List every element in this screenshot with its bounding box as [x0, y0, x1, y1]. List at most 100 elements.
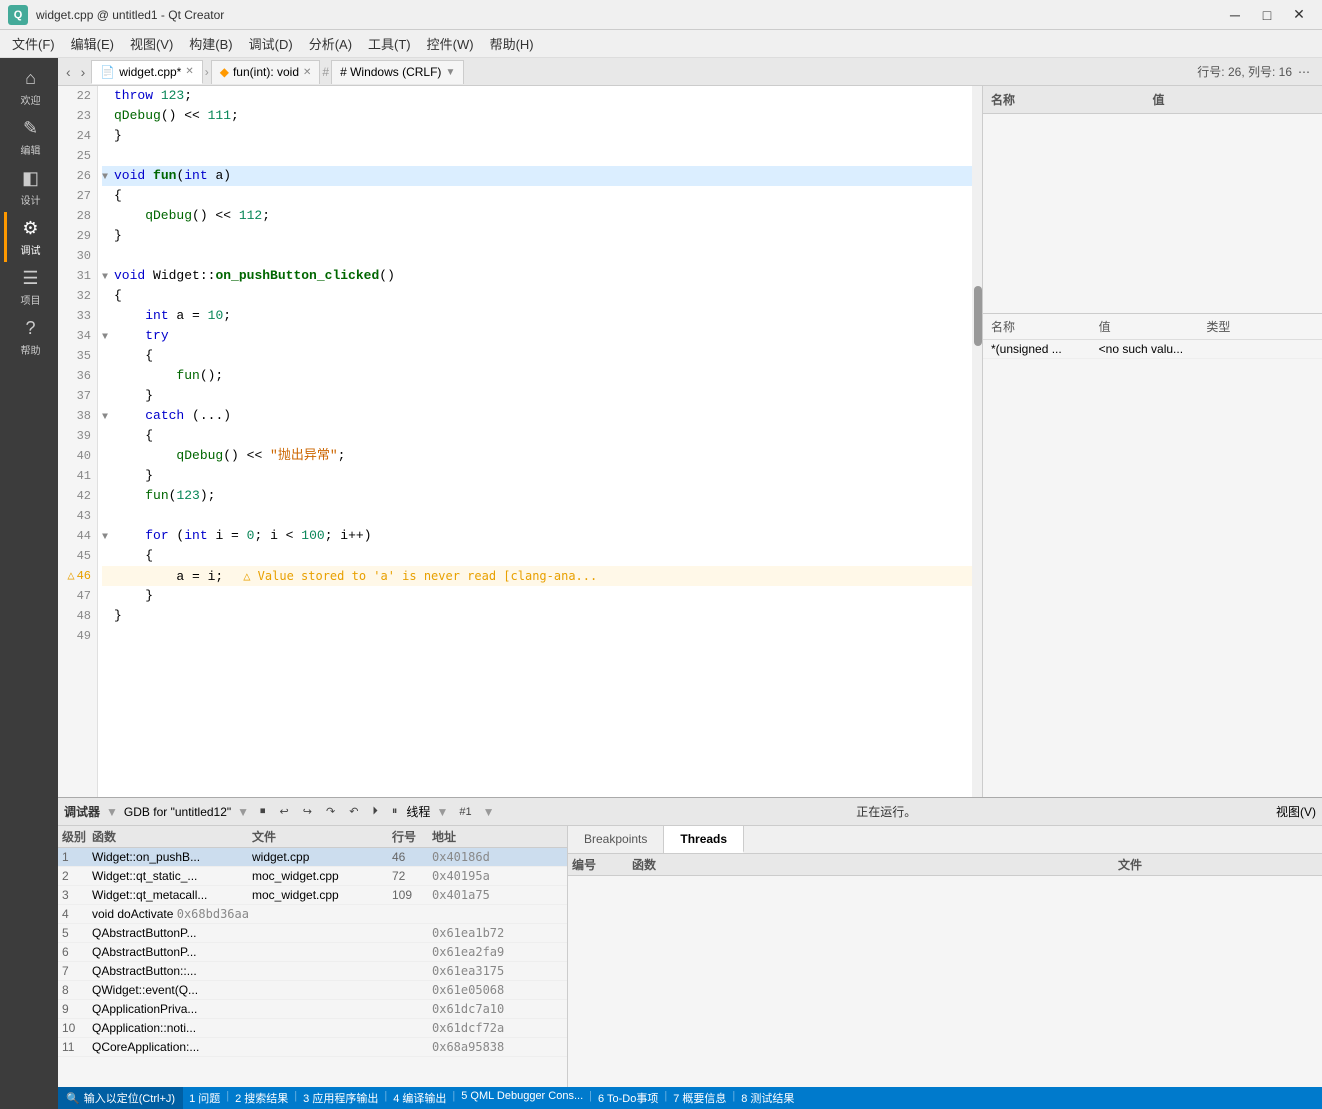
- debug-btn-7[interactable]: ⏸: [387, 803, 403, 820]
- locals-row-value: <no such valu...: [1099, 342, 1207, 356]
- fold-34[interactable]: ▼: [102, 328, 114, 348]
- sidebar-item-design[interactable]: ◧设计: [4, 162, 54, 212]
- debug-view-btn[interactable]: 视图(V): [1276, 803, 1316, 820]
- content-area: ‹ › 📄 widget.cpp* ✕ › ◆ fun(int): void ✕…: [58, 58, 1322, 1109]
- code-editor[interactable]: 2223242526272829303132333435363738394041…: [58, 86, 982, 797]
- cs-addr-4: 0x68bd36aa: [177, 907, 249, 921]
- tab-info-more[interactable]: ⋯: [1298, 65, 1310, 79]
- warn-icon-46: △: [67, 569, 74, 583]
- tab-encoding[interactable]: # Windows (CRLF) ▼: [331, 60, 464, 84]
- debug-btn-2[interactable]: ↩: [275, 803, 294, 820]
- line-number-46: △46: [58, 566, 97, 586]
- sidebar-item-project[interactable]: ☰项目: [4, 262, 54, 312]
- code-lines[interactable]: throw 123; qDebug() << 111; } ▼void fun(…: [98, 86, 972, 797]
- call-stack-row-6[interactable]: 6 QAbstractButtonP... 0x61ea2fa9: [58, 943, 567, 962]
- line-number-42: 42: [58, 486, 97, 506]
- call-stack-row-7[interactable]: 7 QAbstractButton::... 0x61ea3175: [58, 962, 567, 981]
- cs-func-11: QCoreApplication:...: [92, 1040, 252, 1054]
- code-line-23: qDebug() << 111;: [102, 106, 972, 126]
- menu-item-b[interactable]: 构建(B): [181, 30, 240, 57]
- threads-tab[interactable]: Threads: [664, 826, 744, 853]
- call-stack-row-2[interactable]: 2 Widget::qt_static_... moc_widget.cpp 7…: [58, 867, 567, 886]
- debug-btn-1[interactable]: ⏹: [255, 803, 271, 820]
- cs-lineno-2: 72: [392, 869, 432, 883]
- debug-btn-4[interactable]: ↷: [321, 803, 340, 820]
- statusbar-item-4[interactable]: 5 QML Debugger Cons...: [455, 1090, 589, 1106]
- thread-num[interactable]: #1: [454, 804, 476, 820]
- right-panel: 名称 值 名称 值 类型 *(unsigned ... <no such val…: [982, 86, 1322, 797]
- cs-addr-2: 0x40195a: [432, 869, 563, 883]
- menu-item-f[interactable]: 文件(F): [4, 30, 63, 57]
- line-number-31: 31: [58, 266, 97, 286]
- line-number-32: 32: [58, 286, 97, 306]
- code-line-37: }: [102, 386, 972, 406]
- debug-btn-3[interactable]: ↪: [298, 803, 317, 820]
- statusbar-item-2[interactable]: 3 应用程序输出: [297, 1090, 384, 1106]
- menu-item-a[interactable]: 分析(A): [301, 30, 360, 57]
- tab-widget-cpp-icon: 📄: [100, 65, 115, 79]
- statusbar-item-3[interactable]: 4 编译输出: [387, 1090, 452, 1106]
- call-stack-row-3[interactable]: 3 Widget::qt_metacall... moc_widget.cpp …: [58, 886, 567, 905]
- line-number-27: 27: [58, 186, 97, 206]
- token-fn2: qDebug: [114, 108, 161, 123]
- call-stack-row-9[interactable]: 9 QApplicationPriva... 0x61dc7a10: [58, 1000, 567, 1019]
- fold-44[interactable]: ▼: [102, 528, 114, 548]
- tab-encoding-dropdown[interactable]: ▼: [445, 67, 455, 78]
- statusbar-item-0[interactable]: 1 问题: [183, 1090, 226, 1106]
- fold-31[interactable]: ▼: [102, 268, 114, 288]
- fold-38[interactable]: ▼: [102, 408, 114, 428]
- line-number-49: 49: [58, 626, 97, 646]
- call-stack-row-5[interactable]: 5 QAbstractButtonP... 0x61ea1b72: [58, 924, 567, 943]
- tab-back-button[interactable]: ‹: [62, 62, 75, 82]
- fold-26[interactable]: ▼: [102, 168, 114, 188]
- statusbar-item-5[interactable]: 6 To-Do事项: [592, 1090, 664, 1106]
- statusbar-item-6[interactable]: 7 概要信息: [667, 1090, 732, 1106]
- menu-item-e[interactable]: 编辑(E): [63, 30, 122, 57]
- search-area: 🔍 输入以定位(Ctrl+J): [58, 1087, 183, 1109]
- close-button[interactable]: ✕: [1284, 4, 1314, 26]
- call-stack-row-8[interactable]: 8 QWidget::event(Q... 0x61e05068: [58, 981, 567, 1000]
- call-stack-row-1[interactable]: 1 Widget::on_pushB... widget.cpp 46 0x40…: [58, 848, 567, 867]
- tab-widget-cpp-close[interactable]: ✕: [185, 66, 193, 77]
- statusbar-item-7[interactable]: 8 测试结果: [735, 1090, 800, 1106]
- sidebar-item-edit[interactable]: ✎编辑: [4, 112, 54, 162]
- editor-scrollbar[interactable]: [972, 86, 982, 797]
- tab-fun-int[interactable]: ◆ fun(int): void ✕: [211, 60, 321, 84]
- project-icon: ☰: [22, 268, 38, 289]
- menu-item-h[interactable]: 帮助(H): [482, 30, 542, 57]
- cs-lineno-1: 46: [392, 850, 432, 864]
- code-line-39: {: [102, 426, 972, 446]
- editor-scroll-thumb[interactable]: [974, 286, 982, 346]
- call-stack-row-4[interactable]: 4 void doActivate 0x68bd36aa: [58, 905, 567, 924]
- token-kw: int: [184, 528, 207, 543]
- sidebar-item-welcome[interactable]: ⌂欢迎: [4, 62, 54, 112]
- cs-level-7: 7: [62, 964, 92, 978]
- minimize-button[interactable]: ─: [1220, 4, 1250, 26]
- cs-func-1: Widget::on_pushB...: [92, 850, 252, 864]
- tab-fun-int-close[interactable]: ✕: [303, 67, 311, 78]
- tab-forward-button[interactable]: ›: [77, 62, 90, 82]
- menu-item-v[interactable]: 视图(V): [122, 30, 181, 57]
- code-line-31: ▼void Widget::on_pushButton_clicked(): [102, 266, 972, 286]
- code-content: 2223242526272829303132333435363738394041…: [58, 86, 982, 797]
- tab-widget-cpp[interactable]: 📄 widget.cpp* ✕: [91, 60, 202, 84]
- line-number-43: 43: [58, 506, 97, 526]
- call-stack-row-10[interactable]: 10 QApplication::noti... 0x61dcf72a: [58, 1019, 567, 1038]
- breakpoints-tab[interactable]: Breakpoints: [568, 826, 664, 853]
- sidebar-item-help[interactable]: ?帮助: [4, 312, 54, 362]
- tab-encoding-label: # Windows (CRLF): [340, 65, 441, 79]
- line-number-36: 36: [58, 366, 97, 386]
- call-stack-row-11[interactable]: 11 QCoreApplication:... 0x68a95838: [58, 1038, 567, 1057]
- cs-file-3: moc_widget.cpp: [252, 888, 392, 902]
- statusbar-item-1[interactable]: 2 搜索结果: [229, 1090, 294, 1106]
- sidebar-item-debug[interactable]: ⚙调试: [4, 212, 54, 262]
- cs-header-level: 级别: [62, 828, 92, 845]
- locals-row[interactable]: *(unsigned ... <no such valu...: [983, 340, 1322, 359]
- code-line-35: {: [102, 346, 972, 366]
- menu-item-d[interactable]: 调试(D): [241, 30, 301, 57]
- debug-btn-5[interactable]: ↶: [344, 803, 363, 820]
- menu-item-t[interactable]: 工具(T): [360, 30, 419, 57]
- debug-btn-6[interactable]: ⏵: [367, 803, 383, 820]
- maximize-button[interactable]: □: [1252, 4, 1282, 26]
- menu-item-w[interactable]: 控件(W): [419, 30, 482, 57]
